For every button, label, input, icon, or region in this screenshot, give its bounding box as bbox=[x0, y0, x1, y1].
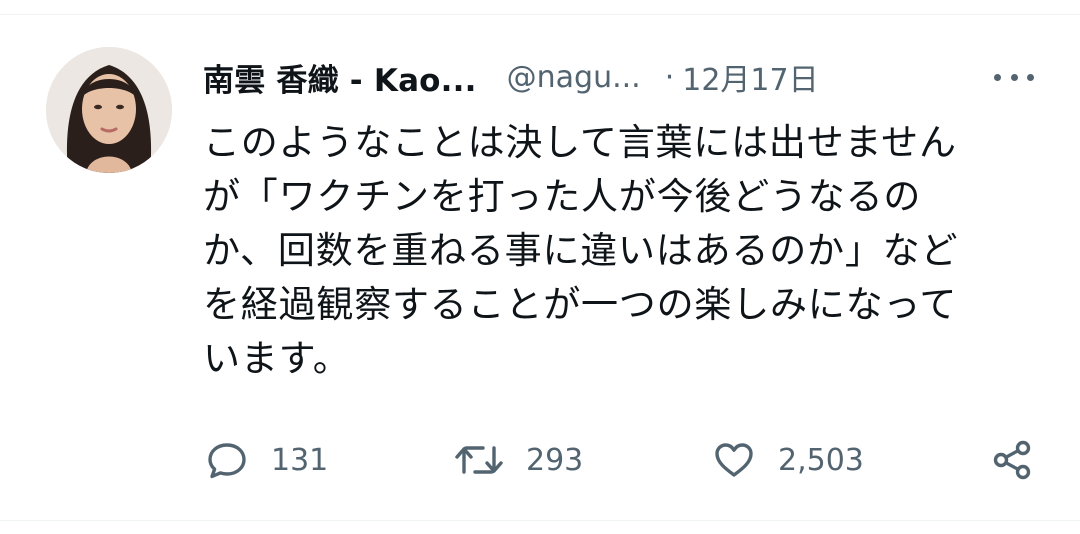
retweet-button[interactable]: 293 bbox=[454, 432, 583, 488]
reply-button[interactable]: 131 bbox=[205, 432, 328, 488]
retweet-icon bbox=[454, 438, 504, 482]
author-handle[interactable]: @nagu... bbox=[507, 60, 641, 95]
more-dots-icon[interactable] bbox=[992, 62, 1036, 92]
tweet-actions: 131 293 2,503 bbox=[0, 432, 1080, 488]
top-divider bbox=[0, 14, 1080, 15]
author-display-name[interactable]: 南雲 香織 - Kao... bbox=[203, 55, 477, 100]
tweet-date[interactable]: 12月17日 bbox=[682, 55, 818, 99]
tweet-text: このようなことは決して言葉には出せません が「ワクチンを打った人が今後どうなるの… bbox=[203, 116, 1033, 386]
heart-icon bbox=[712, 438, 756, 482]
header-separator: · bbox=[664, 59, 675, 95]
like-count: 2,503 bbox=[778, 442, 864, 478]
retweet-count: 293 bbox=[526, 442, 584, 478]
reply-count: 131 bbox=[271, 442, 329, 478]
tweet-text-line: を経過観察することが一つの楽しみになって bbox=[203, 283, 958, 326]
tweet-text-line: います。 bbox=[203, 337, 351, 380]
tweet-text-line: か、回数を重ねる事に違いはあるのか」など bbox=[203, 229, 959, 272]
avatar[interactable] bbox=[46, 47, 172, 173]
speech-bubble-icon bbox=[205, 438, 249, 482]
share-icon bbox=[990, 438, 1034, 482]
like-button[interactable]: 2,503 bbox=[712, 432, 864, 488]
tweet-header: 南雲 香織 - Kao... @nagu... · 12月17日 bbox=[203, 54, 1043, 100]
share-button[interactable] bbox=[990, 432, 1034, 488]
tweet-text-line: が「ワクチンを打った人が今後どうなるの bbox=[203, 175, 922, 218]
bottom-divider bbox=[0, 520, 1080, 521]
tweet-text-line: このようなことは決して言葉には出せません bbox=[203, 121, 957, 164]
